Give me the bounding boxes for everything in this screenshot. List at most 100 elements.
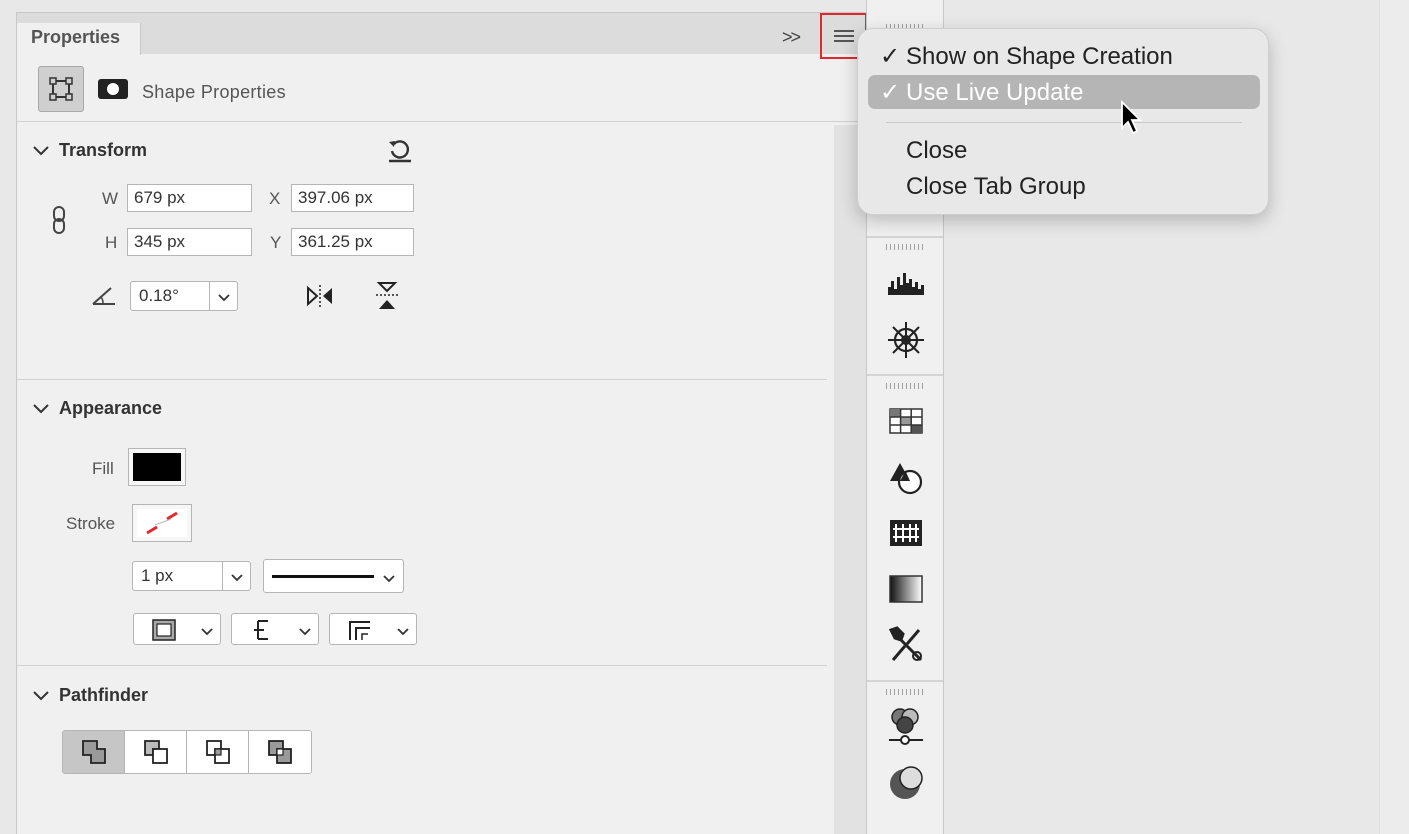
menu-item-label: Close Tab Group [906, 173, 1086, 200]
checkmark-icon: ✓ [880, 79, 901, 106]
transform-section-header[interactable]: Transform [31, 140, 147, 161]
reset-icon [389, 140, 411, 163]
section-divider [17, 379, 827, 380]
shape-properties-label: Shape Properties [142, 82, 286, 102]
strip-divider [867, 680, 943, 682]
height-label: H [105, 233, 118, 252]
menu-item-close[interactable]: Close [868, 133, 1260, 167]
histogram-icon [888, 273, 924, 295]
navigator-panel-button[interactable] [886, 320, 926, 360]
stroke-corner-icon [346, 618, 374, 647]
rectangle-shape-button[interactable] [38, 66, 84, 112]
menu-item-show-on-shape-creation[interactable]: ✓ Show on Shape Creation [868, 39, 1260, 73]
stroke-swatch[interactable] [132, 504, 192, 542]
chevron-down-icon [31, 686, 51, 706]
strip-divider [867, 374, 943, 376]
color-panel-button[interactable] [886, 763, 926, 803]
hamburger-icon [833, 30, 854, 42]
adjustments-panel-button[interactable] [886, 706, 926, 746]
exclude-overlap-icon [268, 740, 292, 764]
adjustments-icon [889, 708, 923, 745]
width-label: W [102, 189, 119, 208]
menu-item-label: Use Live Update [906, 79, 1084, 106]
stroke-cap-dropdown[interactable] [231, 613, 319, 645]
panel-scrollbar[interactable] [834, 125, 866, 834]
drag-grip[interactable] [886, 689, 926, 695]
chevron-down-icon [31, 399, 51, 419]
chevron-down-icon [298, 624, 312, 642]
menu-item-label: Show on Shape Creation [906, 43, 1173, 70]
width-input[interactable]: 679 px [127, 184, 252, 212]
shapes-panel-button[interactable] [886, 458, 926, 498]
swatches-grid-icon [889, 408, 923, 434]
chevron-down-icon [200, 624, 214, 642]
exclude-overlap-button[interactable] [249, 731, 311, 773]
menu-separator [886, 122, 1242, 123]
chain-link-icon [53, 206, 65, 234]
reset-transform-button[interactable] [386, 136, 414, 169]
menu-item-use-live-update[interactable]: ✓ Use Live Update [868, 75, 1260, 109]
properties-panel: Properties >> Shape Properties Transform… [16, 12, 867, 834]
gradients-panel-button[interactable] [886, 569, 926, 609]
stroke-corner-dropdown[interactable] [329, 613, 417, 645]
patterns-icon [890, 520, 922, 546]
chevron-down-icon [217, 290, 231, 308]
histogram-panel-button[interactable] [886, 264, 926, 304]
patterns-panel-button[interactable] [886, 513, 926, 553]
stroke-cap-icon [250, 618, 274, 647]
chevron-down-icon [230, 570, 244, 588]
drag-grip[interactable] [886, 244, 926, 250]
checkmark-icon: ✓ [880, 43, 901, 70]
subtract-shape-icon [143, 740, 168, 764]
tab-properties[interactable]: Properties [17, 23, 141, 55]
x-label: X [269, 189, 281, 208]
link-dimensions-button[interactable] [48, 205, 70, 240]
pathfinder-section-header[interactable]: Pathfinder [31, 685, 148, 706]
flip-vertical-icon [376, 282, 398, 309]
intersect-shapes-icon [205, 740, 230, 764]
flip-horizontal-button[interactable] [305, 282, 335, 315]
y-position-input[interactable]: 361.25 px [291, 228, 414, 256]
shapes-icon [890, 463, 923, 495]
drag-grip[interactable] [886, 383, 926, 389]
intersect-shapes-button[interactable] [187, 731, 249, 773]
collapse-panel-button[interactable]: >> [782, 27, 801, 48]
menu-item-label: Close [906, 137, 968, 164]
solid-line-preview [272, 575, 374, 578]
flip-horizontal-icon [307, 285, 332, 307]
tools-icon [888, 626, 923, 662]
fill-swatch[interactable] [128, 448, 186, 486]
combine-shapes-button[interactable] [63, 731, 125, 773]
subtract-front-shape-button[interactable] [125, 731, 187, 773]
appearance-title: Appearance [59, 398, 163, 418]
tool-presets-panel-button[interactable] [886, 625, 926, 665]
right-edge-panel [1379, 0, 1409, 834]
angle-icon [91, 284, 119, 313]
ship-wheel-icon [888, 322, 924, 358]
stroke-align-dropdown[interactable] [133, 613, 221, 645]
appearance-section-header[interactable]: Appearance [31, 398, 162, 419]
mask-icon [98, 79, 128, 99]
stroke-type-dropdown[interactable] [263, 559, 404, 593]
chevron-down-icon [31, 141, 51, 161]
panel-tab-bar: Properties >> [17, 12, 867, 59]
height-input[interactable]: 345 px [127, 228, 252, 256]
stroke-weight-dropdown[interactable]: 1 px [132, 561, 251, 591]
flip-vertical-button[interactable] [373, 280, 401, 317]
swatches-panel-button[interactable] [886, 401, 926, 441]
pathfinder-title: Pathfinder [59, 685, 149, 705]
gradient-icon [889, 575, 923, 603]
stroke-label: Stroke [66, 514, 116, 533]
pathfinder-button-group [62, 730, 312, 774]
panel-options-menu: ✓ Show on Shape Creation ✓ Use Live Upda… [857, 28, 1269, 215]
no-stroke-icon [137, 509, 187, 537]
mouse-cursor-icon [1120, 99, 1144, 141]
chevron-down-icon [382, 571, 396, 589]
angle-dropdown[interactable]: 0.18° [130, 281, 238, 311]
fill-color [133, 453, 181, 481]
chevron-down-icon [396, 624, 410, 642]
color-circles-icon [890, 766, 923, 799]
menu-item-close-tab-group[interactable]: Close Tab Group [868, 169, 1260, 203]
layer-mask-button[interactable] [90, 66, 136, 112]
x-position-input[interactable]: 397.06 px [291, 184, 414, 212]
